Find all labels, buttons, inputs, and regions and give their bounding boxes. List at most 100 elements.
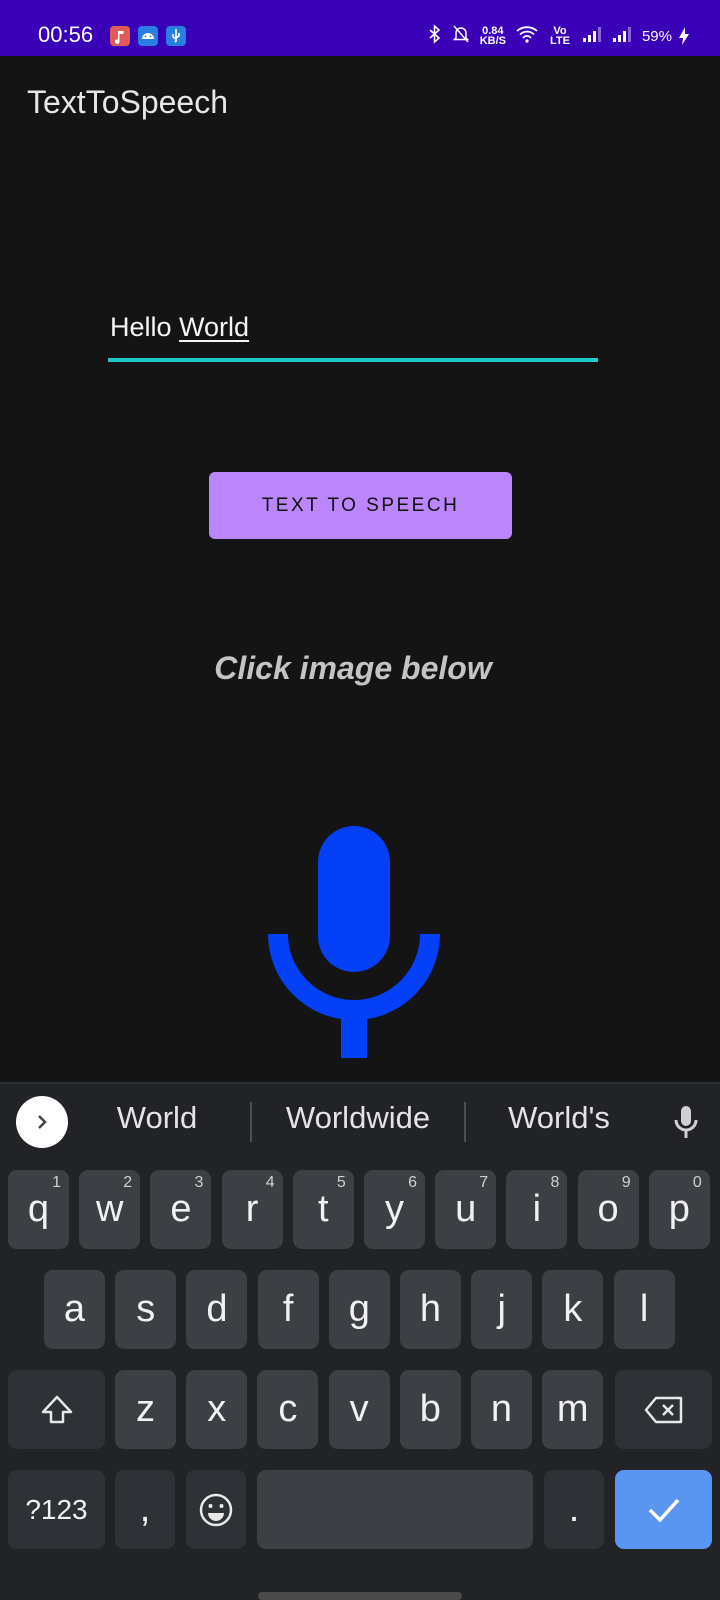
- key-w-hint: 2: [123, 1174, 133, 1191]
- key-q[interactable]: q1: [8, 1170, 69, 1249]
- voice-input-button[interactable]: [672, 1104, 700, 1140]
- chevron-right-icon: [38, 1115, 47, 1129]
- key-f[interactable]: f: [257, 1270, 319, 1349]
- suggestion-3[interactable]: World's: [464, 1100, 654, 1136]
- key-j[interactable]: j: [471, 1270, 533, 1349]
- microphone-image-button[interactable]: [268, 826, 440, 1058]
- key-t[interactable]: t5: [292, 1170, 354, 1249]
- screen: 00:56 0.84 KB/S Vo LTE 59% TextToSpeech …: [0, 0, 720, 1600]
- text-to-speech-button[interactable]: TEXT TO SPEECH: [209, 472, 512, 539]
- key-p[interactable]: p0: [648, 1170, 710, 1249]
- key-c-label: c: [278, 1388, 298, 1430]
- charging-icon: [678, 26, 690, 51]
- key-i[interactable]: i8: [506, 1170, 568, 1249]
- key-b-label: b: [419, 1388, 441, 1430]
- key-o[interactable]: o9: [577, 1170, 639, 1249]
- text-input[interactable]: Hello World: [108, 308, 598, 368]
- signal-icon-2: [612, 26, 632, 46]
- key-h-label: h: [419, 1288, 442, 1330]
- key-a[interactable]: a: [44, 1270, 105, 1349]
- key-y[interactable]: y6: [364, 1170, 425, 1249]
- battery-percentage: 59%: [641, 27, 672, 45]
- navigation-handle[interactable]: [258, 1592, 462, 1600]
- key-z[interactable]: z: [115, 1370, 176, 1449]
- suggestion-1[interactable]: World: [62, 1100, 252, 1136]
- key-k-label: k: [563, 1288, 583, 1330]
- text-input-value[interactable]: Hello World: [110, 312, 249, 343]
- hint-text: Click image below: [214, 650, 492, 686]
- status-icons: 0.84 KB/S Vo LTE 59%: [428, 24, 672, 48]
- key-o-hint: 9: [621, 1174, 631, 1191]
- status-time: 00:56: [38, 22, 94, 47]
- key-w-label: w: [95, 1188, 124, 1230]
- key-g-label: g: [348, 1288, 370, 1330]
- key-x[interactable]: x: [186, 1370, 248, 1449]
- key-h[interactable]: h: [400, 1270, 461, 1349]
- key-d-label: d: [206, 1288, 228, 1330]
- key-a-label: a: [63, 1288, 86, 1330]
- key-o-label: o: [597, 1188, 619, 1230]
- emoji-key[interactable]: [186, 1470, 246, 1549]
- key-u-label: u: [455, 1188, 477, 1230]
- suggestion-divider: [250, 1102, 252, 1142]
- volte-indicator: Vo LTE: [549, 25, 570, 47]
- key-l[interactable]: l: [613, 1270, 675, 1349]
- shift-key[interactable]: [8, 1370, 105, 1449]
- comma-key[interactable]: ,: [115, 1470, 175, 1549]
- key-e[interactable]: e3: [150, 1170, 212, 1249]
- key-c[interactable]: c: [257, 1370, 319, 1449]
- key-x-label: x: [207, 1388, 227, 1430]
- key-n[interactable]: n: [471, 1370, 532, 1449]
- soft-keyboard: World Worldwide World's ?123 , . q 1 w 2…: [0, 1082, 720, 1600]
- key-m-label: m: [556, 1388, 589, 1430]
- mute-bell-icon: [452, 24, 470, 48]
- key-k[interactable]: k: [542, 1270, 604, 1349]
- key-b[interactable]: b: [399, 1370, 461, 1449]
- key-g[interactable]: g: [328, 1270, 390, 1349]
- shift-icon: [41, 1395, 72, 1423]
- backspace-key[interactable]: [615, 1370, 712, 1449]
- status-bar: 00:56 0.84 KB/S Vo LTE 59%: [0, 0, 720, 56]
- key-i-label: i: [532, 1188, 542, 1230]
- mic-icon: [674, 1106, 698, 1138]
- key-f-label: f: [282, 1288, 294, 1330]
- key-t-label: t: [318, 1188, 329, 1230]
- text-input-underline: [108, 358, 598, 362]
- key-m[interactable]: m: [542, 1370, 604, 1449]
- suggestion-2[interactable]: Worldwide: [263, 1100, 453, 1136]
- key-r-hint: 4: [265, 1174, 275, 1191]
- space-key[interactable]: [257, 1470, 533, 1549]
- key-w[interactable]: w2: [79, 1170, 141, 1249]
- key-l-label: l: [639, 1288, 649, 1330]
- key-r[interactable]: r4: [221, 1170, 283, 1249]
- microphone-icon: [268, 826, 440, 1058]
- bluetooth-icon: [428, 24, 442, 48]
- wifi-icon: [516, 25, 538, 47]
- symbols-key[interactable]: ?123: [8, 1470, 105, 1549]
- period-key[interactable]: .: [544, 1470, 604, 1549]
- key-q-hint: 1: [52, 1174, 61, 1191]
- key-e-label: e: [170, 1188, 192, 1230]
- usb-notification-icon: [166, 26, 186, 46]
- key-p-label: p: [668, 1188, 690, 1230]
- key-d[interactable]: d: [186, 1270, 248, 1349]
- emoji-icon: [199, 1493, 233, 1526]
- composing-word: World: [179, 312, 250, 342]
- key-p-hint: 0: [692, 1174, 702, 1191]
- key-r-label: r: [245, 1188, 259, 1230]
- key-u-hint: 7: [479, 1174, 489, 1191]
- key-q-label: q: [27, 1188, 50, 1230]
- key-e-hint: 3: [194, 1174, 204, 1191]
- key-s[interactable]: s: [115, 1270, 177, 1349]
- app-title: TextToSpeech: [27, 84, 229, 120]
- enter-key[interactable]: [615, 1470, 712, 1549]
- key-j-label: j: [497, 1288, 506, 1330]
- key-z-label: z: [136, 1388, 155, 1430]
- key-s-label: s: [136, 1288, 156, 1330]
- key-u[interactable]: u7: [435, 1170, 497, 1249]
- key-y-label: y: [385, 1188, 404, 1230]
- key-y-hint: 6: [408, 1174, 417, 1191]
- expand-toolbar-button[interactable]: [16, 1096, 68, 1148]
- key-v[interactable]: v: [328, 1370, 390, 1449]
- signal-icon-1: [582, 26, 602, 46]
